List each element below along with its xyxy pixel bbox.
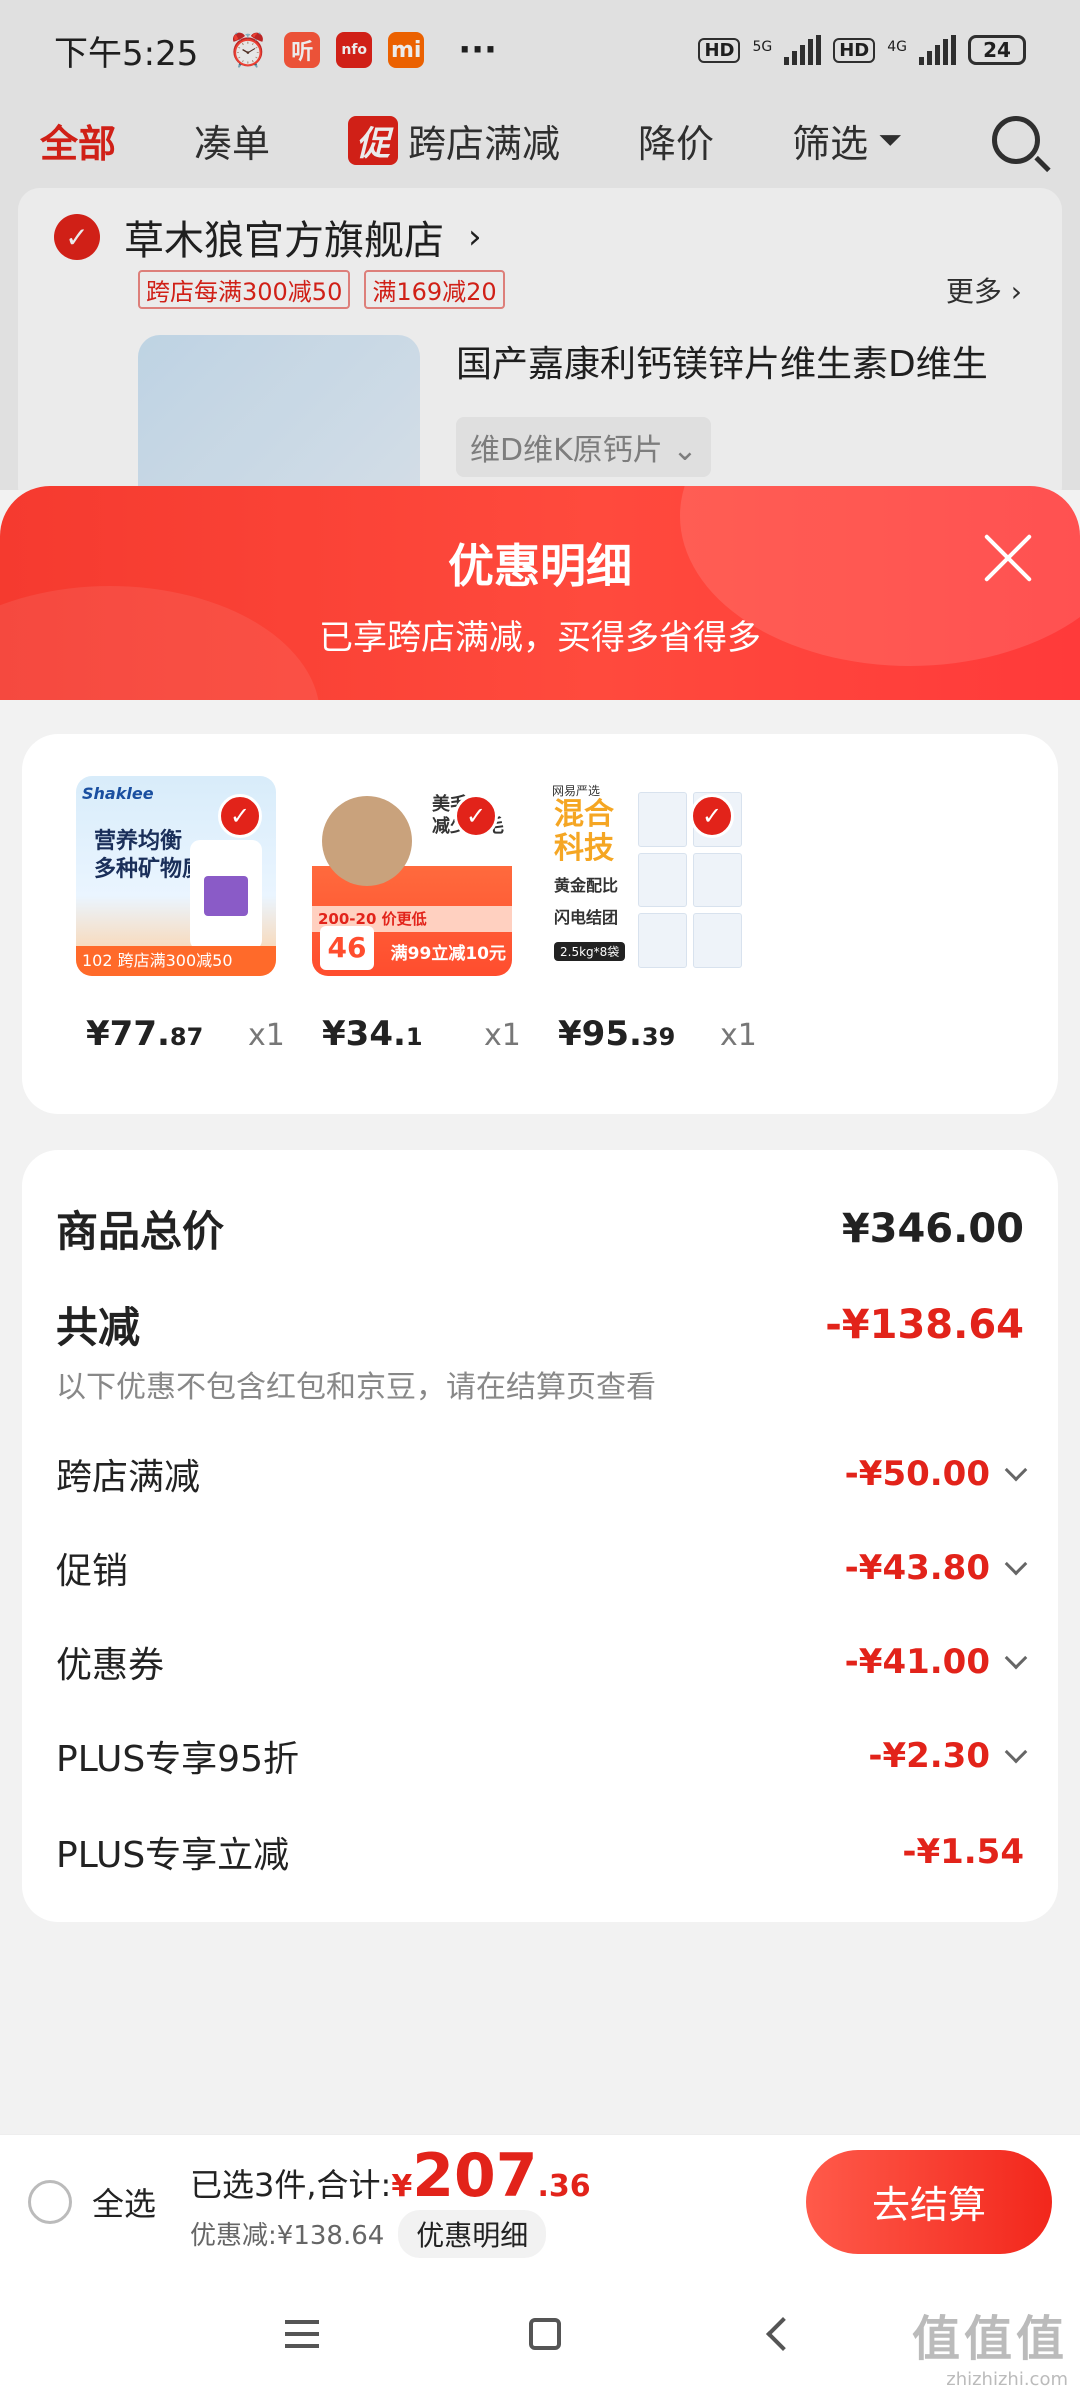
total-price-value: ¥346.00 <box>841 1205 1024 1252</box>
product-image-number: 46 <box>320 926 374 970</box>
sum-currency: ¥ <box>391 2168 413 2204</box>
product-price-int: ¥34. <box>322 1014 406 1054</box>
discount-value: -¥50.00 <box>844 1454 990 1494</box>
discount-label: 跨店满减 <box>56 1457 201 1498</box>
chevron-down-icon <box>1004 1646 1028 1670</box>
background-cart-page: 下午5:25 ⏰ 听 nfo mi ··· HD 5G HD 4G 24 全部 … <box>0 0 1080 490</box>
checkout-bar: 全选 已选3件,合计: ¥ 207 .36 优惠减:¥138.64 优惠明细 去… <box>0 2134 1080 2268</box>
sum-column: 已选3件,合计: ¥ 207 .36 优惠减:¥138.64 优惠明细 <box>190 2146 591 2258</box>
product-item[interactable]: Shaklee 营养均衡 多种矿物质 102 跨店满300减50 ✓ ¥77.8… <box>76 776 286 1054</box>
discount-sheet-header: 优惠明细 已享跨店满减，买得多省得多 <box>0 486 1080 706</box>
product-item[interactable]: 美毛 减少掉毛 200-20 价更低 46 满99立减10元 ✓ ¥34.1 x… <box>312 776 522 1054</box>
bottle-illustration <box>190 840 262 950</box>
discount-value-wrap: -¥2.30 <box>868 1736 1028 1776</box>
discount-label: PLUS专享95折 <box>56 1739 299 1780</box>
discount-row-coupon[interactable]: 优惠券 -¥41.00 <box>56 1636 1028 1688</box>
total-price-row: 商品总价 ¥346.00 <box>56 1198 1024 1259</box>
discount-label: PLUS专享立减 <box>56 1835 290 1876</box>
discount-summary-text: 优惠减:¥138.64 <box>190 2221 385 2251</box>
discount-value-wrap: -¥50.00 <box>844 1454 1028 1494</box>
discount-row-promotion[interactable]: 促销 -¥43.80 <box>56 1542 1028 1594</box>
product-image-line: 科技 <box>554 831 614 866</box>
discount-value-wrap: -¥43.80 <box>844 1548 1028 1588</box>
sum-decimal: .36 <box>537 2168 591 2204</box>
product-image: Shaklee 营养均衡 多种矿物质 102 跨店满300减50 ✓ <box>76 776 276 976</box>
product-image-banner: 102 跨店满300减50 <box>76 946 276 976</box>
product-image: 网易严选 混合 科技 黄金配比 闪电结团 2.5kg*8袋 ✓ <box>548 776 748 976</box>
discount-row-plus-instant: PLUS专享立减 -¥1.54 <box>56 1826 1024 1878</box>
product-image-line: 营养均衡 <box>94 829 183 854</box>
check-icon: ✓ <box>454 794 498 838</box>
discount-value: -¥1.54 <box>902 1832 1024 1872</box>
product-image: 美毛 减少掉毛 200-20 价更低 46 满99立减10元 ✓ <box>312 776 512 976</box>
product-image-line: 黄金配比 <box>554 876 619 895</box>
total-reduce-value: -¥138.64 <box>825 1301 1024 1348</box>
selected-products-card: Shaklee 营养均衡 多种矿物质 102 跨店满300减50 ✓ ¥77.8… <box>22 734 1058 1114</box>
chevron-down-icon <box>1004 1458 1028 1482</box>
product-qty: x1 <box>248 1018 285 1053</box>
discount-label: 促销 <box>56 1551 129 1592</box>
home-icon[interactable] <box>529 2318 561 2350</box>
product-qty: x1 <box>720 1018 757 1053</box>
product-cup-illustration <box>322 796 412 886</box>
watermark: 值值值 zhizhizhi.com <box>912 2299 1068 2390</box>
product-item[interactable]: 网易严选 混合 科技 黄金配比 闪电结团 2.5kg*8袋 ✓ ¥95.39 x… <box>548 776 758 1054</box>
discount-value: -¥43.80 <box>844 1548 990 1588</box>
product-image-weight: 2.5kg*8袋 <box>554 942 626 961</box>
sum-line: 已选3件,合计: ¥ 207 .36 <box>190 2146 591 2206</box>
discount-summary-card: 商品总价 ¥346.00 共减 -¥138.64 以下优惠不包含红包和京豆，请在… <box>22 1150 1058 1922</box>
discount-detail-button[interactable]: 优惠明细 <box>398 2209 547 2258</box>
selected-text: 已选3件,合计: <box>190 2165 392 2204</box>
product-qty: x1 <box>484 1018 521 1053</box>
discount-label: 优惠券 <box>56 1645 165 1686</box>
product-price-int: ¥77. <box>86 1014 170 1054</box>
checkout-button[interactable]: 去结算 <box>806 2149 1052 2254</box>
discount-row-cross-store[interactable]: 跨店满减 -¥50.00 <box>56 1448 1028 1500</box>
chevron-down-icon <box>1004 1552 1028 1576</box>
check-icon: ✓ <box>690 794 734 838</box>
overlay-dim <box>0 0 1080 490</box>
discount-value: -¥2.30 <box>868 1736 990 1776</box>
select-all-radio[interactable] <box>28 2179 72 2224</box>
back-icon[interactable] <box>766 2317 800 2351</box>
product-price-int: ¥95. <box>558 1014 642 1054</box>
product-image-line: 混合 <box>554 797 614 832</box>
product-price: ¥95.39 <box>558 1014 675 1054</box>
product-image-promo: 满99立减10元 <box>390 944 506 964</box>
menu-icon[interactable] <box>285 2320 319 2348</box>
product-image-headline: 混合 科技 <box>554 798 614 866</box>
watermark-url: zhizhizhi.com <box>946 2369 1068 2390</box>
discount-note: 以下优惠不包含红包和京豆，请在结算页查看 <box>56 1370 656 1405</box>
total-reduce-row: 共减 -¥138.64 <box>56 1294 1024 1355</box>
discount-value: -¥41.00 <box>844 1642 990 1682</box>
sum-integer: 207 <box>412 2140 538 2211</box>
product-image-line: 闪电结团 <box>554 908 619 927</box>
discount-sheet-body: Shaklee 营养均衡 多种矿物质 102 跨店满300减50 ✓ ¥77.8… <box>0 700 1080 2134</box>
system-nav-bar: 值值值 zhizhizhi.com <box>0 2268 1080 2400</box>
product-price: ¥34.1 <box>322 1014 423 1054</box>
chevron-down-icon <box>1004 1740 1028 1764</box>
select-all-label[interactable]: 全选 <box>92 2179 156 2225</box>
sheet-subtitle: 已享跨店满减，买得多省得多 <box>319 618 761 658</box>
discount-value-wrap: -¥41.00 <box>844 1642 1028 1682</box>
total-reduce-label: 共减 <box>56 1303 141 1352</box>
product-brand: Shaklee <box>82 784 154 803</box>
check-icon: ✓ <box>218 794 262 838</box>
product-price-dec: 87 <box>169 1023 204 1051</box>
product-price: ¥77.87 <box>86 1014 203 1054</box>
product-image-line: 多种矿物质 <box>94 857 205 882</box>
discount-line: 优惠减:¥138.64 优惠明细 <box>190 2209 591 2258</box>
product-image-text: 营养均衡 多种矿物质 <box>94 828 204 884</box>
close-icon[interactable] <box>980 530 1036 586</box>
sheet-title: 优惠明细 <box>448 539 632 593</box>
product-price-dec: 1 <box>405 1023 423 1051</box>
watermark-logo: 值值值 <box>911 2311 1068 2367</box>
discount-row-plus-95[interactable]: PLUS专享95折 -¥2.30 <box>56 1730 1028 1782</box>
product-price-dec: 39 <box>641 1023 676 1051</box>
total-price-label: 商品总价 <box>56 1207 225 1256</box>
